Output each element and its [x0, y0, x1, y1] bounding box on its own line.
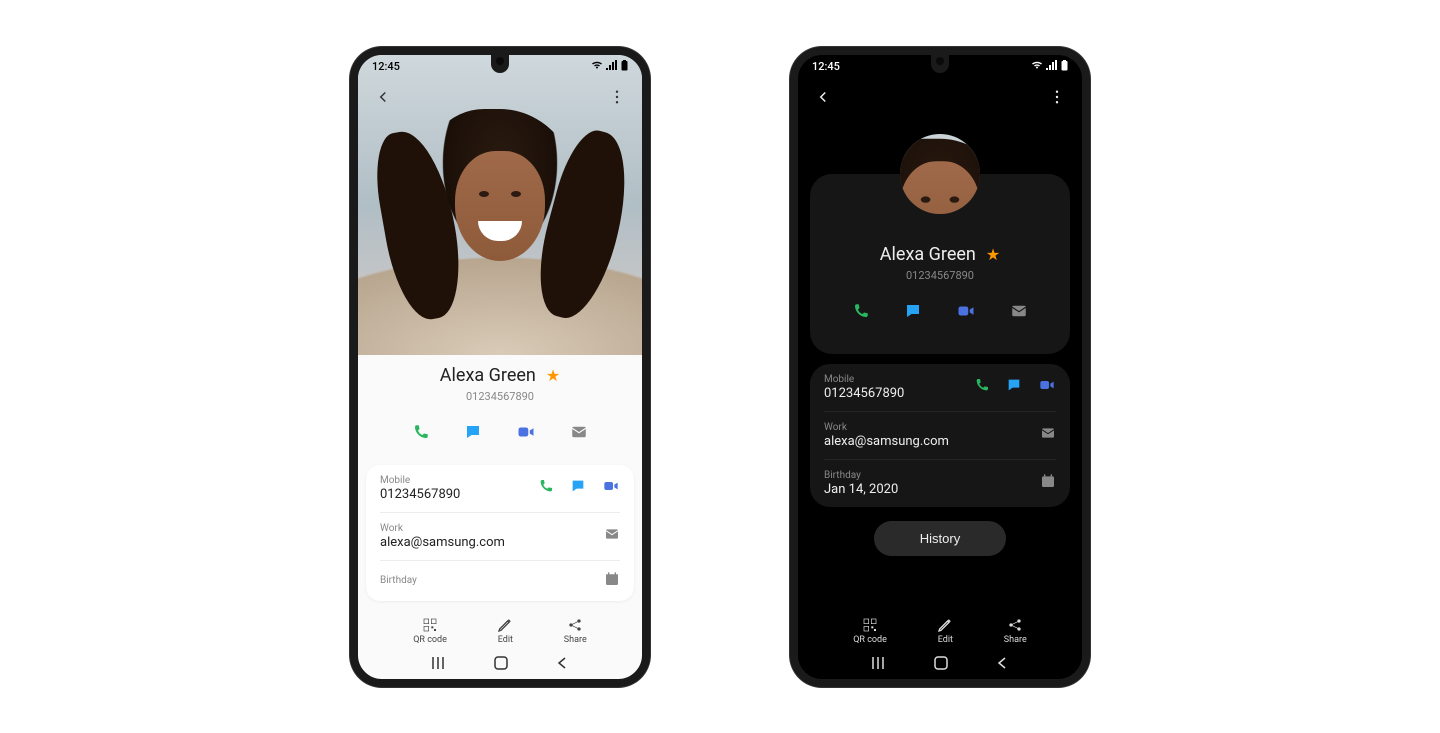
nav-recents-icon[interactable] — [871, 655, 887, 675]
camera-notch — [491, 55, 509, 73]
email-icon[interactable] — [570, 423, 588, 445]
row-call-icon[interactable] — [974, 377, 990, 397]
work-label: Work — [824, 422, 949, 433]
battery-icon — [621, 60, 628, 74]
history-button[interactable]: History — [874, 521, 1006, 556]
favorite-star-icon[interactable]: ★ — [546, 366, 560, 385]
wifi-icon — [591, 60, 603, 73]
message-icon[interactable] — [464, 423, 482, 445]
edit-button[interactable]: Edit — [937, 617, 953, 645]
mobile-value[interactable]: 01234567890 — [380, 487, 460, 502]
row-call-icon[interactable] — [538, 478, 554, 498]
row-email-icon[interactable] — [604, 526, 620, 546]
row-calendar-icon[interactable] — [604, 571, 620, 591]
work-label: Work — [380, 523, 505, 534]
row-email-icon[interactable] — [1040, 425, 1056, 445]
contact-primary-number: 01234567890 — [824, 269, 1056, 296]
signal-icon — [1046, 60, 1058, 73]
birthday-label: Birthday — [824, 470, 898, 481]
app-top-bar — [798, 79, 1082, 119]
favorite-star-icon[interactable]: ★ — [986, 245, 1000, 264]
row-message-icon[interactable] — [1006, 377, 1022, 397]
camera-notch — [931, 55, 949, 73]
contact-avatar[interactable] — [900, 134, 980, 214]
battery-icon — [1061, 60, 1068, 74]
video-call-icon[interactable] — [956, 302, 976, 324]
row-video-icon[interactable] — [602, 478, 620, 498]
nav-home-icon[interactable] — [934, 655, 948, 674]
phone-dark-mode: 12:45 Alexa Green ★ 01234567890 — [790, 47, 1090, 687]
back-button[interactable] — [374, 88, 392, 110]
mobile-label: Mobile — [380, 475, 460, 486]
contact-name: Alexa Green — [880, 244, 976, 265]
email-icon[interactable] — [1010, 302, 1028, 324]
nav-back-icon[interactable] — [995, 655, 1009, 674]
phone-light-mode: 12:45 Alexa Green ★ 01234567890 — [350, 47, 650, 687]
more-options-button[interactable] — [1048, 88, 1066, 110]
row-video-icon[interactable] — [1038, 377, 1056, 397]
nav-bar — [798, 651, 1082, 679]
status-time: 12:45 — [812, 60, 840, 73]
call-icon[interactable] — [412, 423, 430, 445]
contact-header-card: Alexa Green ★ 01234567890 — [810, 174, 1070, 354]
contact-name: Alexa Green — [440, 365, 536, 386]
signal-icon — [606, 60, 618, 73]
wifi-icon — [1031, 60, 1043, 73]
birthday-label: Birthday — [380, 575, 417, 586]
work-value[interactable]: alexa@samsung.com — [824, 434, 949, 449]
status-time: 12:45 — [372, 60, 400, 73]
birthday-value[interactable]: Jan 14, 2020 — [824, 482, 898, 497]
contact-primary-number: 01234567890 — [358, 390, 642, 417]
qr-code-button[interactable]: QR code — [853, 617, 887, 645]
work-value[interactable]: alexa@samsung.com — [380, 535, 505, 550]
row-calendar-icon[interactable] — [1040, 473, 1056, 493]
call-icon[interactable] — [852, 302, 870, 324]
mobile-value[interactable]: 01234567890 — [824, 386, 904, 401]
row-message-icon[interactable] — [570, 478, 586, 498]
back-button[interactable] — [814, 88, 832, 110]
mobile-label: Mobile — [824, 374, 904, 385]
video-call-icon[interactable] — [516, 423, 536, 445]
message-icon[interactable] — [904, 302, 922, 324]
share-button[interactable]: Share — [1004, 617, 1027, 645]
more-options-button[interactable] — [608, 88, 626, 110]
app-top-bar — [358, 79, 642, 119]
